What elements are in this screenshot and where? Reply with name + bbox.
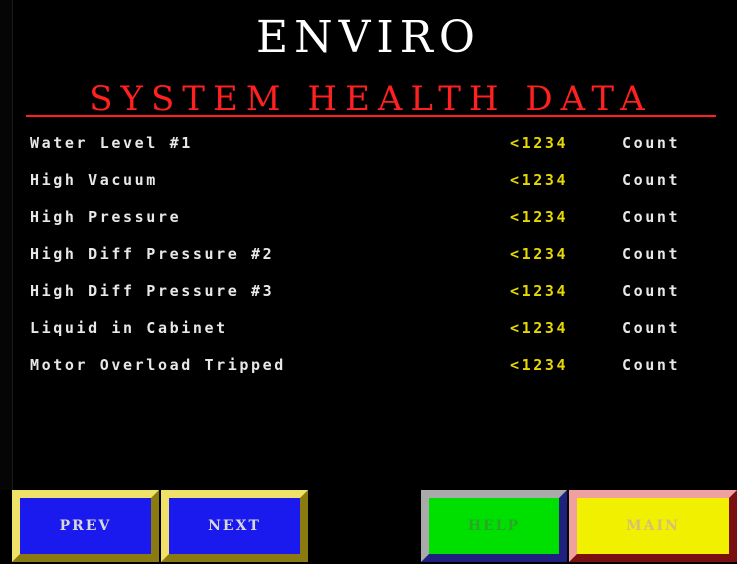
row-label: Water Level #1 (30, 134, 193, 152)
main-button[interactable]: MAIN (569, 490, 737, 562)
next-button-label: NEXT (208, 518, 261, 534)
row-value: <1234 (510, 356, 569, 374)
prev-button-label: PREV (59, 518, 112, 534)
row-value: <1234 (510, 134, 569, 152)
row-unit: Count (622, 282, 681, 300)
row-unit: Count (622, 319, 681, 337)
row-unit: Count (622, 356, 681, 374)
row-value: <1234 (510, 245, 569, 263)
next-button[interactable]: NEXT (161, 490, 308, 562)
list-item-high-diff-pressure-2: High Diff Pressure #2 <1234 Count (0, 239, 737, 276)
row-unit: Count (622, 171, 681, 189)
help-button[interactable]: HELP (421, 490, 567, 562)
list-item-high-vacuum: High Vacuum <1234 Count (0, 165, 737, 202)
section-title: SYSTEM HEALTH DATA (89, 79, 653, 119)
row-label: High Vacuum (30, 171, 158, 189)
row-value: <1234 (510, 171, 569, 189)
list-item-high-diff-pressure-3: High Diff Pressure #3 <1234 Count (0, 276, 737, 313)
list-item-liquid-in-cabinet: Liquid in Cabinet <1234 Count (0, 313, 737, 350)
list-item-water-level-1: Water Level #1 <1234 Count (0, 128, 737, 165)
row-value: <1234 (510, 208, 569, 226)
list-item-high-pressure: High Pressure <1234 Count (0, 202, 737, 239)
row-value: <1234 (510, 319, 569, 337)
row-unit: Count (622, 245, 681, 263)
row-label: High Diff Pressure #3 (30, 282, 275, 300)
prev-button[interactable]: PREV (12, 490, 159, 562)
health-data-list: Water Level #1 <1234 Count High Vacuum <… (0, 128, 737, 387)
list-item-motor-overload-tripped: Motor Overload Tripped <1234 Count (0, 350, 737, 387)
row-unit: Count (622, 208, 681, 226)
row-label: High Diff Pressure #2 (30, 245, 275, 263)
row-value: <1234 (510, 282, 569, 300)
row-label: High Pressure (30, 208, 182, 226)
app-title: ENVIRO (256, 12, 481, 63)
row-unit: Count (622, 134, 681, 152)
help-button-label: HELP (467, 518, 521, 534)
row-label: Liquid in Cabinet (30, 319, 228, 337)
row-label: Motor Overload Tripped (30, 356, 286, 374)
section-title-underline (26, 115, 716, 117)
main-button-label: MAIN (626, 518, 680, 534)
